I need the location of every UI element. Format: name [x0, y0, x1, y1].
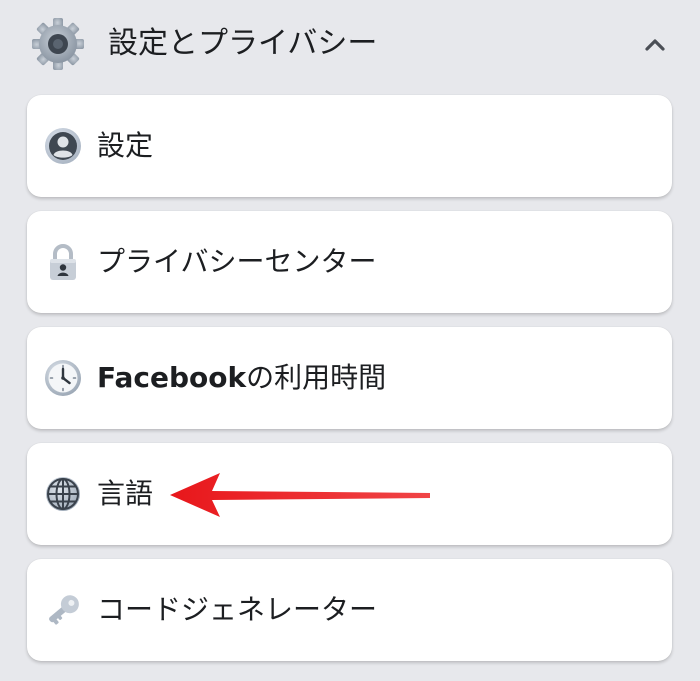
menu-item-label: Facebookの利用時間 [97, 358, 386, 398]
menu-item-label: 設定 [97, 129, 154, 162]
section-title: 設定とプライバシー [108, 26, 378, 61]
menu-item-label-suffix: の利用時間 [246, 361, 387, 394]
settings-privacy-header[interactable]: 設定とプライバシー [0, 0, 700, 88]
menu-item-code-generator[interactable]: コードジェネレーター [27, 559, 672, 661]
menu-item-time-on-facebook[interactable]: Facebookの利用時間 [27, 327, 672, 429]
key-icon [43, 590, 83, 630]
gear-icon [30, 16, 86, 72]
red-arrow-icon [170, 473, 430, 517]
menu-item-label: 言語 [97, 477, 154, 510]
menu-item-label-brand: Facebook [97, 361, 247, 394]
clock-icon [43, 358, 83, 398]
globe-icon [43, 474, 83, 514]
chevron-up-icon[interactable] [640, 30, 670, 60]
menu-item-privacy-center[interactable]: プライバシーセンター [27, 211, 672, 313]
lock-icon [43, 242, 83, 282]
menu-item-label: プライバシーセンター [97, 245, 377, 278]
account-icon [43, 126, 83, 166]
menu-item-label: コードジェネレーター [97, 593, 378, 626]
menu-item-settings[interactable]: 設定 [27, 95, 672, 197]
